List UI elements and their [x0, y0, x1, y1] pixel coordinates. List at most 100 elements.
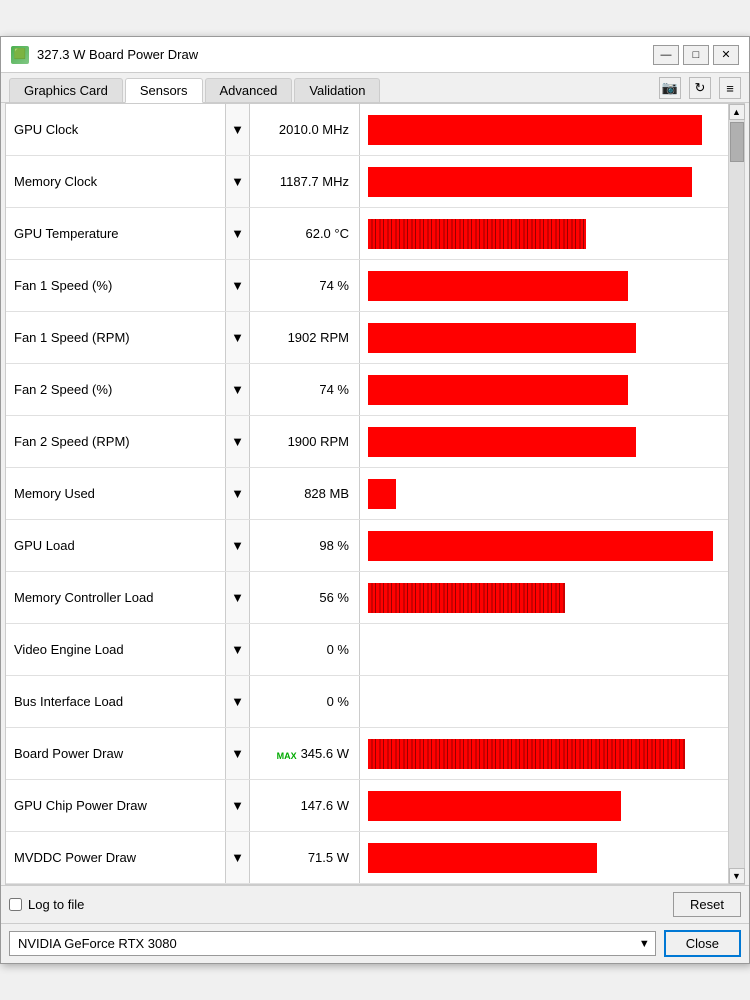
log-to-file-area: Log to file: [9, 897, 84, 912]
sensor-value-label: 828 MB: [250, 468, 360, 519]
sensor-value-label: 147.6 W: [250, 780, 360, 831]
log-to-file-checkbox[interactable]: [9, 898, 22, 911]
sensor-dropdown-arrow[interactable]: ▼: [226, 520, 250, 571]
close-window-button[interactable]: ✕: [713, 45, 739, 65]
max-indicator: MAX: [277, 751, 297, 761]
bar-container: [368, 375, 720, 405]
window-controls: — □ ✕: [653, 45, 739, 65]
scroll-down-arrow[interactable]: ▼: [729, 868, 745, 884]
sensor-dropdown-arrow[interactable]: ▼: [226, 104, 250, 155]
sensor-name-label: Memory Clock: [6, 156, 226, 207]
sensor-dropdown-arrow[interactable]: ▼: [226, 468, 250, 519]
refresh-button[interactable]: ↻: [689, 77, 711, 99]
bar-container: [368, 219, 720, 249]
bar-container: [368, 271, 720, 301]
sensor-name-label: GPU Temperature: [6, 208, 226, 259]
sensor-bar-area: [360, 728, 728, 779]
table-row: Fan 2 Speed (%)▼74 %: [6, 364, 728, 416]
bar-fill: [368, 219, 586, 249]
sensor-value-label: 0 %: [250, 624, 360, 675]
sensor-bar-area: [360, 104, 728, 155]
table-row: Board Power Draw▼MAX345.6 W: [6, 728, 728, 780]
sensor-dropdown-arrow[interactable]: ▼: [226, 260, 250, 311]
bar-fill: [368, 479, 396, 509]
title-bar: 🟩 327.3 W Board Power Draw — □ ✕: [1, 37, 749, 73]
table-row: MVDDC Power Draw▼71.5 W: [6, 832, 728, 884]
camera-button[interactable]: 📷: [659, 77, 681, 99]
title-bar-left: 🟩 327.3 W Board Power Draw: [11, 46, 198, 64]
gpu-select-wrap: NVIDIA GeForce RTX 3080 ▼: [9, 931, 656, 956]
sensor-bar-area: [360, 832, 728, 883]
sensor-content: GPU Clock▼2010.0 MHzMemory Clock▼1187.7 …: [5, 103, 745, 885]
sensor-dropdown-arrow[interactable]: ▼: [226, 416, 250, 467]
sensor-value-label: 1900 RPM: [250, 416, 360, 467]
sensor-name-label: Video Engine Load: [6, 624, 226, 675]
scroll-up-arrow[interactable]: ▲: [729, 104, 745, 120]
gpu-select[interactable]: NVIDIA GeForce RTX 3080: [9, 931, 656, 956]
bar-fill: [368, 583, 565, 613]
table-row: GPU Chip Power Draw▼147.6 W: [6, 780, 728, 832]
minimize-button[interactable]: —: [653, 45, 679, 65]
table-row: Memory Clock▼1187.7 MHz: [6, 156, 728, 208]
bar-container: [368, 167, 720, 197]
bar-container: [368, 531, 720, 561]
bar-fill: [368, 115, 702, 145]
sensor-bar-area: [360, 468, 728, 519]
sensor-dropdown-arrow[interactable]: ▼: [226, 780, 250, 831]
bar-fill: [368, 791, 621, 821]
table-row: Fan 2 Speed (RPM)▼1900 RPM: [6, 416, 728, 468]
sensor-bar-area: [360, 208, 728, 259]
sensor-bar-area: [360, 520, 728, 571]
bar-container: [368, 583, 720, 613]
sensor-value-label: 0 %: [250, 676, 360, 727]
bar-fill: [368, 427, 636, 457]
sensor-dropdown-arrow[interactable]: ▼: [226, 208, 250, 259]
bar-container: [368, 427, 720, 457]
bar-fill: [368, 843, 597, 873]
scroll-thumb[interactable]: [730, 122, 744, 162]
sensor-dropdown-arrow[interactable]: ▼: [226, 832, 250, 883]
sensor-dropdown-arrow[interactable]: ▼: [226, 572, 250, 623]
bottom-bar: Log to file Reset: [1, 885, 749, 923]
maximize-button[interactable]: □: [683, 45, 709, 65]
table-row: Memory Used▼828 MB: [6, 468, 728, 520]
sensor-name-label: Fan 1 Speed (%): [6, 260, 226, 311]
table-row: Video Engine Load▼0 %: [6, 624, 728, 676]
sensor-value-label: 1187.7 MHz: [250, 156, 360, 207]
sensor-name-label: MVDDC Power Draw: [6, 832, 226, 883]
table-row: GPU Load▼98 %: [6, 520, 728, 572]
bar-container: [368, 115, 720, 145]
sensor-value-label: 56 %: [250, 572, 360, 623]
table-row: Fan 1 Speed (%)▼74 %: [6, 260, 728, 312]
sensor-name-label: Memory Used: [6, 468, 226, 519]
sensor-name-label: GPU Load: [6, 520, 226, 571]
sensor-dropdown-arrow[interactable]: ▼: [226, 676, 250, 727]
bar-fill: [368, 739, 685, 769]
scroll-track: [729, 120, 744, 868]
reset-button[interactable]: Reset: [673, 892, 741, 917]
tab-sensors[interactable]: Sensors: [125, 78, 203, 103]
sensor-dropdown-arrow[interactable]: ▼: [226, 728, 250, 779]
sensor-name-label: Fan 1 Speed (RPM): [6, 312, 226, 363]
tab-graphics-card[interactable]: Graphics Card: [9, 78, 123, 102]
table-row: Memory Controller Load▼56 %: [6, 572, 728, 624]
bar-fill: [368, 375, 628, 405]
sensor-name-label: Board Power Draw: [6, 728, 226, 779]
close-button[interactable]: Close: [664, 930, 741, 957]
sensor-value-label: 2010.0 MHz: [250, 104, 360, 155]
sensor-bar-area: [360, 780, 728, 831]
sensor-dropdown-arrow[interactable]: ▼: [226, 312, 250, 363]
table-row: GPU Temperature▼62.0 °C: [6, 208, 728, 260]
sensor-bar-area: [360, 624, 728, 675]
menu-button[interactable]: ≡: [719, 77, 741, 99]
sensor-dropdown-arrow[interactable]: ▼: [226, 624, 250, 675]
sensor-bar-area: [360, 156, 728, 207]
tab-bar: Graphics Card Sensors Advanced Validatio…: [1, 73, 749, 103]
table-row: Fan 1 Speed (RPM)▼1902 RPM: [6, 312, 728, 364]
tab-advanced[interactable]: Advanced: [205, 78, 293, 102]
sensor-dropdown-arrow[interactable]: ▼: [226, 364, 250, 415]
sensor-dropdown-arrow[interactable]: ▼: [226, 156, 250, 207]
tab-validation[interactable]: Validation: [294, 78, 380, 102]
sensor-value-label: 71.5 W: [250, 832, 360, 883]
sensor-bar-area: [360, 260, 728, 311]
